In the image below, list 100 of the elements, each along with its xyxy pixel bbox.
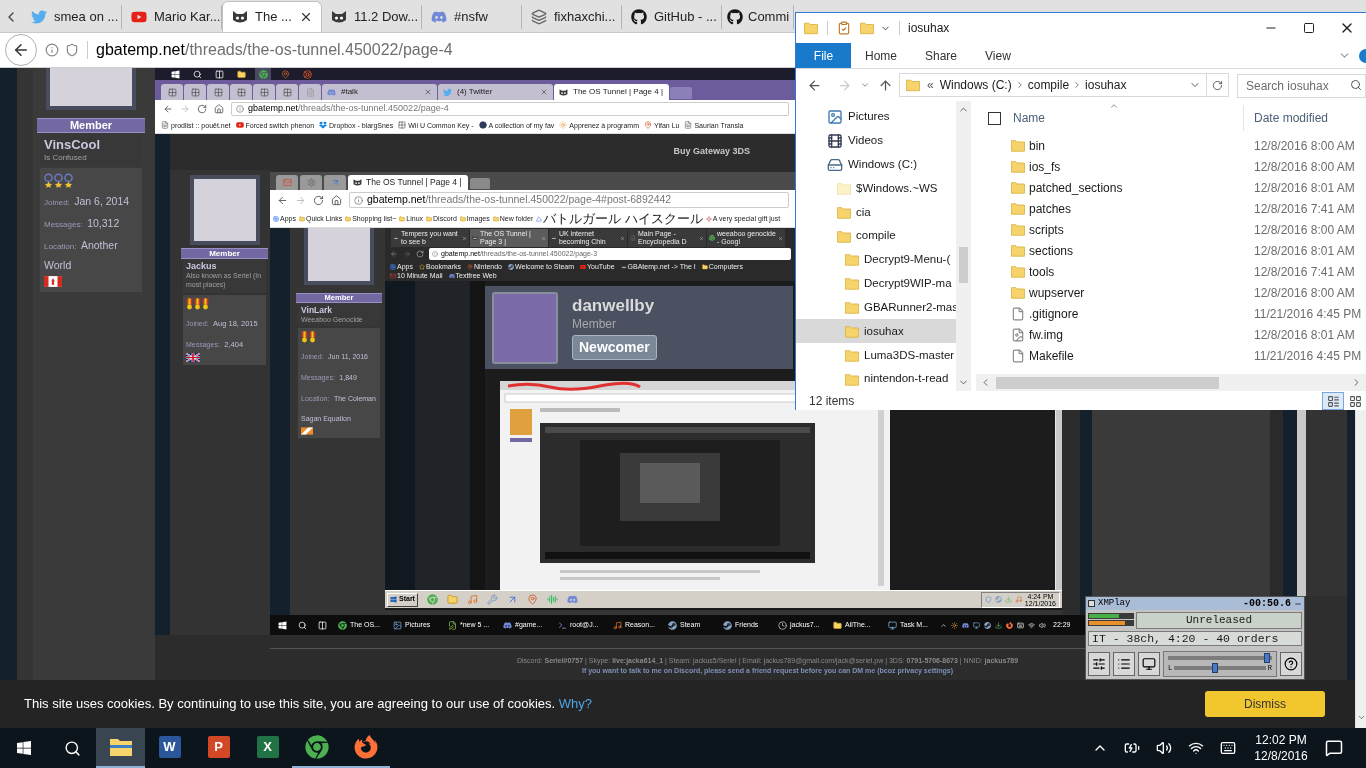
help-button[interactable] — [1280, 651, 1302, 676]
breadcrumb[interactable]: compile — [1027, 76, 1070, 94]
nav-item[interactable]: $Windows.~WS — [796, 176, 956, 201]
reload-icon[interactable] — [197, 103, 207, 114]
nav-item[interactable]: Pictures — [796, 105, 956, 129]
file-name[interactable]: ios_fs — [1029, 157, 1254, 176]
browser-tab[interactable]: The OS Tunnel | Page 4 | — [348, 175, 468, 190]
chevron-down-icon[interactable] — [860, 80, 870, 90]
file-name[interactable]: scripts — [1029, 220, 1254, 239]
refresh-button[interactable] — [1207, 73, 1229, 97]
chevron-down-icon[interactable] — [1356, 713, 1366, 722]
home-icon[interactable] — [331, 194, 342, 206]
search-field[interactable]: Search iosuhax — [1237, 74, 1366, 98]
file-name[interactable]: bin — [1029, 136, 1254, 155]
username[interactable]: Jackus — [186, 261, 263, 273]
nav-item[interactable]: iosuhax — [796, 319, 956, 344]
nav-item[interactable]: GBARunner2-mas — [796, 295, 956, 320]
clipboard-check-icon[interactable] — [837, 21, 851, 35]
breadcrumb[interactable]: Windows (C:) — [939, 76, 1012, 94]
scrollbar-thumb[interactable] — [996, 376, 1219, 389]
file-name[interactable]: patched_sections — [1029, 178, 1254, 197]
ribbon-tab[interactable]: Home — [851, 43, 911, 68]
select-all-checkbox[interactable] — [988, 111, 1001, 125]
file-name[interactable]: patches — [1029, 199, 1254, 218]
equalizer-button[interactable] — [1088, 651, 1110, 676]
file-name[interactable]: fw.img — [1029, 325, 1254, 344]
column-header[interactable]: Name — [1006, 105, 1244, 131]
slider-track[interactable] — [1174, 666, 1266, 670]
file-name[interactable]: Makefile — [1029, 346, 1254, 365]
chat-face-icon — [448, 272, 455, 279]
horizontal-scrollbar[interactable] — [976, 374, 1366, 391]
nav-item[interactable]: Luma3DS-master — [796, 343, 956, 368]
browser-tab[interactable]: #talk — [322, 84, 437, 100]
browser-tab[interactable]: fixhaxchi... — [522, 5, 622, 29]
breadcrumb-overflow[interactable]: « — [927, 76, 934, 94]
file-name[interactable]: sections — [1029, 241, 1254, 260]
slider-thumb[interactable] — [1263, 652, 1270, 663]
username[interactable]: VinLark — [301, 305, 377, 316]
taskbar-button[interactable]: X — [243, 728, 292, 768]
browser-tab[interactable]: (4) Twitter — [438, 84, 553, 100]
taskbar-button[interactable]: P — [194, 728, 243, 768]
home-icon[interactable] — [214, 103, 224, 114]
taskbar-button[interactable] — [96, 728, 145, 768]
playlist-button[interactable] — [1113, 651, 1135, 676]
browser-tab[interactable]: The ... — [222, 1, 322, 32]
search-icon[interactable] — [298, 620, 307, 630]
browser-tab[interactable]: #nsfw — [422, 5, 522, 29]
nav-item[interactable]: cia — [796, 200, 956, 225]
back-arrow-icon[interactable] — [277, 194, 288, 206]
username[interactable]: danwellby — [572, 294, 655, 317]
square-icon[interactable] — [1088, 600, 1095, 607]
browser-tab[interactable]: 11.2 Dow... — [322, 5, 422, 29]
start-icon[interactable] — [278, 620, 287, 630]
ribbon-tab[interactable]: View — [971, 43, 1025, 68]
help-icon[interactable] — [1359, 48, 1366, 63]
cat-face-icon — [331, 9, 347, 25]
nav-item[interactable]: Decrypt9WIP-ma — [796, 271, 956, 296]
taskbar-button[interactable]: W — [145, 728, 194, 768]
file-name[interactable]: wupserver — [1029, 283, 1254, 302]
nav-item[interactable]: Decrypt9-Menu-( — [796, 247, 956, 272]
nav-item[interactable]: nintendon-t-read — [796, 367, 956, 391]
search-icon — [192, 69, 202, 79]
nav-item[interactable]: Windows (C:) — [796, 152, 956, 177]
column-header[interactable]: Date modified — [1244, 105, 1329, 131]
page-scrollbar[interactable] — [1355, 410, 1366, 728]
header-link[interactable]: Buy Gateway 3DS — [673, 145, 750, 159]
browser-tab[interactable]: GitHub - ... — [622, 5, 722, 29]
browser-tab[interactable] — [276, 84, 298, 100]
nav-item[interactable]: Videos — [796, 128, 956, 153]
browser-tab[interactable]: The OS Tunnel | Page 4 | — [554, 84, 669, 100]
breadcrumb[interactable]: iosuhax — [1085, 76, 1127, 94]
address-field[interactable]: gbatemp.net/threads/the-os-tunnel.450022/page-4 — [231, 101, 789, 116]
ribbon-tab[interactable]: File — [796, 43, 851, 68]
reload-icon[interactable] — [416, 250, 424, 258]
username[interactable]: VinsCool — [44, 137, 138, 154]
scrollbar-thumb[interactable] — [959, 247, 968, 283]
clock-button[interactable]: 12:02 PM 12/8/2016 — [1250, 728, 1312, 768]
vertical-scrollbar[interactable] — [956, 101, 971, 391]
address-field[interactable]: gbatemp.net/threads/the-os-tunnel.450022/page-4#post-6892442 — [349, 192, 789, 208]
forward-arrow-icon[interactable] — [295, 194, 306, 206]
back-arrow-icon[interactable] — [163, 103, 173, 114]
nav-item[interactable]: compile — [796, 224, 956, 248]
slider-track[interactable] — [1168, 655, 1272, 660]
browser-tab[interactable]: smea on ... — [22, 5, 122, 29]
file-name[interactable]: tools — [1029, 262, 1254, 281]
forward-arrow-icon[interactable] — [403, 250, 411, 258]
address-field[interactable]: « Windows (C:) compile iosuhax — [899, 73, 1207, 97]
ribbon-tab[interactable]: Share — [911, 43, 972, 68]
reload-icon[interactable] — [313, 194, 324, 206]
columns-icon[interactable] — [318, 620, 327, 630]
slider-thumb[interactable] — [1212, 663, 1219, 673]
back-button[interactable] — [5, 34, 37, 66]
bookmark[interactable]: バトルガール ハイスクール — [536, 212, 703, 225]
browser-tab[interactable]: Commi — [722, 5, 794, 29]
file-name[interactable]: .gitignore — [1029, 304, 1254, 323]
why-link[interactable]: Why? — [558, 696, 592, 712]
address-field[interactable]: gbatemp.net/threads/the-os-tunnel.450022/page-4 — [37, 36, 789, 64]
view-button[interactable] — [1322, 392, 1344, 410]
display-button[interactable] — [1138, 651, 1160, 676]
dismiss-button[interactable]: Dismiss — [1205, 691, 1325, 717]
